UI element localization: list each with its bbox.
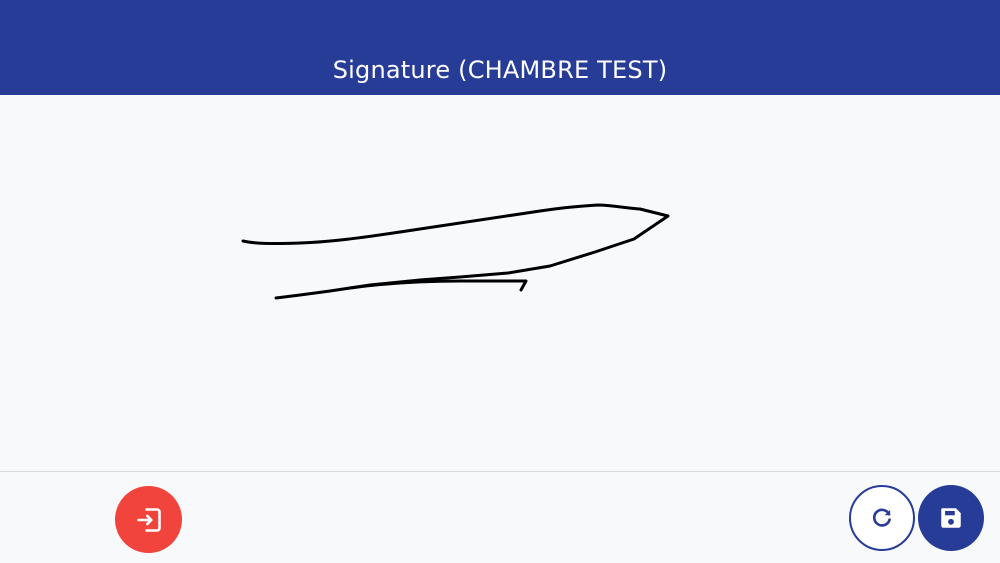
signature-stroke (241, 203, 670, 300)
exit-button[interactable] (115, 486, 182, 553)
signature-pad[interactable] (0, 95, 1000, 471)
signature-canvas[interactable] (0, 95, 1000, 471)
signature-screen: Signature (CHAMBRE TEST) (0, 0, 1000, 563)
save-icon (938, 505, 964, 531)
footer-toolbar (0, 472, 1000, 563)
refresh-icon (869, 505, 895, 531)
save-button[interactable] (918, 485, 984, 551)
reset-button[interactable] (849, 485, 915, 551)
header-bar: Signature (CHAMBRE TEST) (0, 0, 1000, 95)
exit-icon (135, 506, 163, 534)
page-title: Signature (CHAMBRE TEST) (332, 56, 668, 84)
signature-stroke (348, 279, 528, 292)
